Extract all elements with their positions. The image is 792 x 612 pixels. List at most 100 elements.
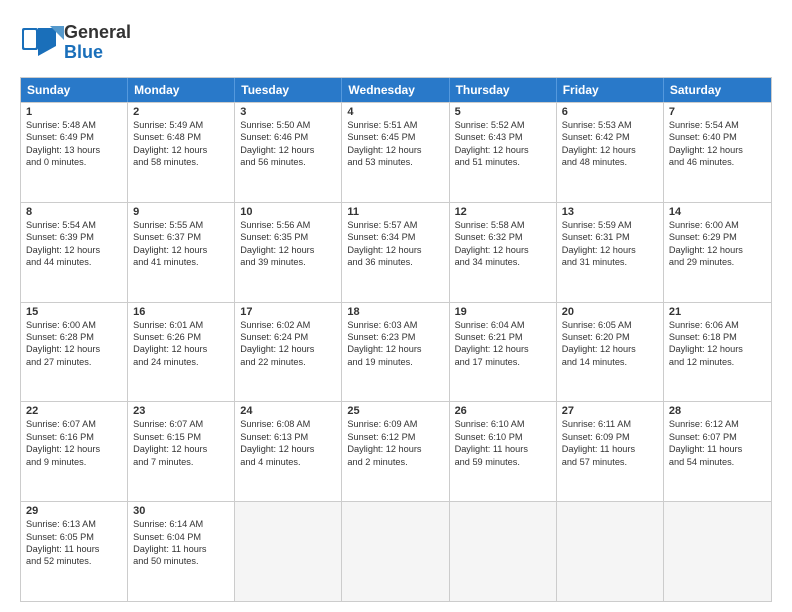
calendar-cell	[557, 502, 664, 601]
day-number: 8	[26, 206, 122, 218]
cell-line: Sunrise: 5:52 AM	[455, 119, 551, 131]
cell-line: Sunset: 6:43 PM	[455, 131, 551, 143]
day-number: 27	[562, 405, 658, 417]
cell-line: Sunset: 6:18 PM	[669, 331, 766, 343]
cell-line: and 36 minutes.	[347, 256, 443, 268]
day-number: 28	[669, 405, 766, 417]
cell-line: and 56 minutes.	[240, 156, 336, 168]
calendar-cell: 20Sunrise: 6:05 AMSunset: 6:20 PMDayligh…	[557, 303, 664, 402]
day-number: 9	[133, 206, 229, 218]
day-number: 14	[669, 206, 766, 218]
calendar-header: SundayMondayTuesdayWednesdayThursdayFrid…	[21, 78, 771, 102]
cell-line: Daylight: 12 hours	[133, 244, 229, 256]
day-number: 25	[347, 405, 443, 417]
cell-line: Sunset: 6:05 PM	[26, 531, 122, 543]
cell-line: Sunset: 6:31 PM	[562, 231, 658, 243]
cell-line: Sunrise: 6:07 AM	[133, 418, 229, 430]
calendar-week-4: 22Sunrise: 6:07 AMSunset: 6:16 PMDayligh…	[21, 401, 771, 501]
cell-line: and 57 minutes.	[562, 456, 658, 468]
calendar-cell: 6Sunrise: 5:53 AMSunset: 6:42 PMDaylight…	[557, 103, 664, 202]
cell-line: and 9 minutes.	[26, 456, 122, 468]
calendar-cell: 21Sunrise: 6:06 AMSunset: 6:18 PMDayligh…	[664, 303, 771, 402]
weekday-header-saturday: Saturday	[664, 78, 771, 102]
page: General Blue SundayMondayTuesdayWednesda…	[0, 0, 792, 612]
cell-line: Sunset: 6:49 PM	[26, 131, 122, 143]
calendar-cell: 23Sunrise: 6:07 AMSunset: 6:15 PMDayligh…	[128, 402, 235, 501]
calendar-cell: 1Sunrise: 5:48 AMSunset: 6:49 PMDaylight…	[21, 103, 128, 202]
cell-line: Daylight: 12 hours	[347, 244, 443, 256]
cell-line: Sunrise: 6:02 AM	[240, 319, 336, 331]
calendar-cell: 9Sunrise: 5:55 AMSunset: 6:37 PMDaylight…	[128, 203, 235, 302]
day-number: 24	[240, 405, 336, 417]
calendar-cell: 30Sunrise: 6:14 AMSunset: 6:04 PMDayligh…	[128, 502, 235, 601]
day-number: 4	[347, 106, 443, 118]
cell-line: and 14 minutes.	[562, 356, 658, 368]
cell-line: and 0 minutes.	[26, 156, 122, 168]
cell-line: Sunset: 6:35 PM	[240, 231, 336, 243]
cell-line: Sunset: 6:20 PM	[562, 331, 658, 343]
cell-line: and 29 minutes.	[669, 256, 766, 268]
cell-line: Sunset: 6:26 PM	[133, 331, 229, 343]
calendar-cell: 19Sunrise: 6:04 AMSunset: 6:21 PMDayligh…	[450, 303, 557, 402]
cell-line: Sunrise: 6:07 AM	[26, 418, 122, 430]
day-number: 29	[26, 505, 122, 517]
cell-line: and 44 minutes.	[26, 256, 122, 268]
cell-line: Sunrise: 6:04 AM	[455, 319, 551, 331]
cell-line: and 46 minutes.	[669, 156, 766, 168]
cell-line: Sunrise: 5:50 AM	[240, 119, 336, 131]
cell-line: Sunset: 6:32 PM	[455, 231, 551, 243]
cell-line: and 2 minutes.	[347, 456, 443, 468]
cell-line: Sunrise: 6:00 AM	[26, 319, 122, 331]
day-number: 30	[133, 505, 229, 517]
calendar-body: 1Sunrise: 5:48 AMSunset: 6:49 PMDaylight…	[21, 102, 771, 601]
day-number: 11	[347, 206, 443, 218]
cell-line: Sunset: 6:04 PM	[133, 531, 229, 543]
header: General Blue	[20, 18, 772, 67]
cell-line: and 34 minutes.	[455, 256, 551, 268]
cell-line: and 59 minutes.	[455, 456, 551, 468]
calendar-cell: 3Sunrise: 5:50 AMSunset: 6:46 PMDaylight…	[235, 103, 342, 202]
calendar-cell: 5Sunrise: 5:52 AMSunset: 6:43 PMDaylight…	[450, 103, 557, 202]
cell-line: Sunset: 6:34 PM	[347, 231, 443, 243]
cell-line: Daylight: 12 hours	[455, 144, 551, 156]
calendar-cell: 24Sunrise: 6:08 AMSunset: 6:13 PMDayligh…	[235, 402, 342, 501]
cell-line: Daylight: 12 hours	[455, 343, 551, 355]
day-number: 7	[669, 106, 766, 118]
cell-line: Sunrise: 5:58 AM	[455, 219, 551, 231]
day-number: 18	[347, 306, 443, 318]
cell-line: Daylight: 12 hours	[133, 443, 229, 455]
cell-line: Sunrise: 5:57 AM	[347, 219, 443, 231]
cell-line: Daylight: 12 hours	[26, 443, 122, 455]
cell-line: Daylight: 13 hours	[26, 144, 122, 156]
cell-line: Daylight: 12 hours	[133, 144, 229, 156]
cell-line: and 31 minutes.	[562, 256, 658, 268]
calendar-cell: 7Sunrise: 5:54 AMSunset: 6:40 PMDaylight…	[664, 103, 771, 202]
cell-line: Daylight: 12 hours	[669, 144, 766, 156]
cell-line: Sunset: 6:13 PM	[240, 431, 336, 443]
cell-line: Sunrise: 6:06 AM	[669, 319, 766, 331]
calendar-cell	[664, 502, 771, 601]
day-number: 23	[133, 405, 229, 417]
calendar-week-2: 8Sunrise: 5:54 AMSunset: 6:39 PMDaylight…	[21, 202, 771, 302]
cell-line: Sunset: 6:23 PM	[347, 331, 443, 343]
logo: General Blue	[20, 18, 131, 67]
cell-line: Sunrise: 5:54 AM	[669, 119, 766, 131]
weekday-header-monday: Monday	[128, 78, 235, 102]
calendar-cell	[450, 502, 557, 601]
day-number: 5	[455, 106, 551, 118]
cell-line: Daylight: 12 hours	[562, 144, 658, 156]
cell-line: Daylight: 12 hours	[240, 343, 336, 355]
calendar-cell: 29Sunrise: 6:13 AMSunset: 6:05 PMDayligh…	[21, 502, 128, 601]
cell-line: Sunset: 6:28 PM	[26, 331, 122, 343]
cell-line: Daylight: 12 hours	[240, 443, 336, 455]
logo-icon	[20, 18, 64, 67]
cell-line: Sunrise: 5:49 AM	[133, 119, 229, 131]
cell-line: Sunset: 6:48 PM	[133, 131, 229, 143]
cell-line: Daylight: 12 hours	[347, 144, 443, 156]
cell-line: and 51 minutes.	[455, 156, 551, 168]
cell-line: Sunrise: 5:53 AM	[562, 119, 658, 131]
day-number: 20	[562, 306, 658, 318]
calendar-cell: 12Sunrise: 5:58 AMSunset: 6:32 PMDayligh…	[450, 203, 557, 302]
day-number: 15	[26, 306, 122, 318]
cell-line: Sunset: 6:21 PM	[455, 331, 551, 343]
